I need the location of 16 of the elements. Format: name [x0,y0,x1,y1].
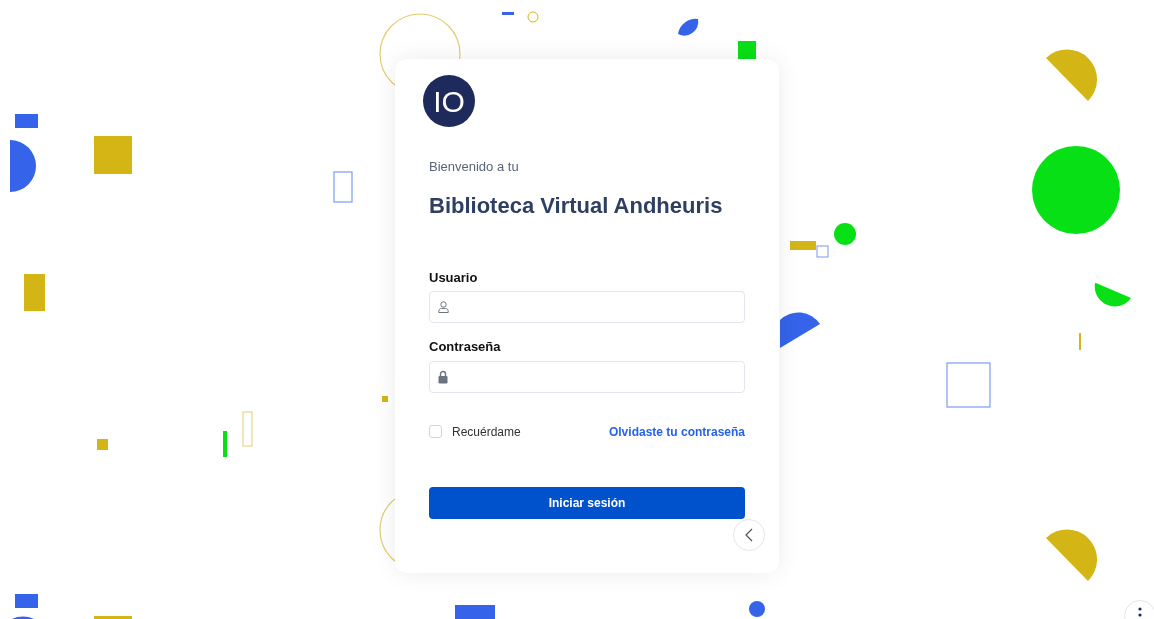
remember-label: Recuérdame [452,423,521,441]
password-field[interactable] [429,360,745,393]
page-title: Biblioteca Virtual Andheuris [429,191,724,220]
logo: IO [423,75,475,127]
welcome-text: Bienvenido a tu [429,158,520,176]
login-button[interactable]: Iniciar sesión [429,486,745,519]
remember-checkbox[interactable] [429,425,442,438]
username-field[interactable] [429,291,745,323]
more-icon [1138,607,1142,617]
back-button[interactable] [733,519,765,551]
field-label: Usuario [429,268,479,287]
field-label: Contraseña [429,338,502,356]
user-icon [438,301,449,313]
chevron-left-icon [745,528,753,542]
lock-icon [438,369,448,384]
forgot-password-link[interactable]: Olvidaste tu contraseña [608,422,745,441]
